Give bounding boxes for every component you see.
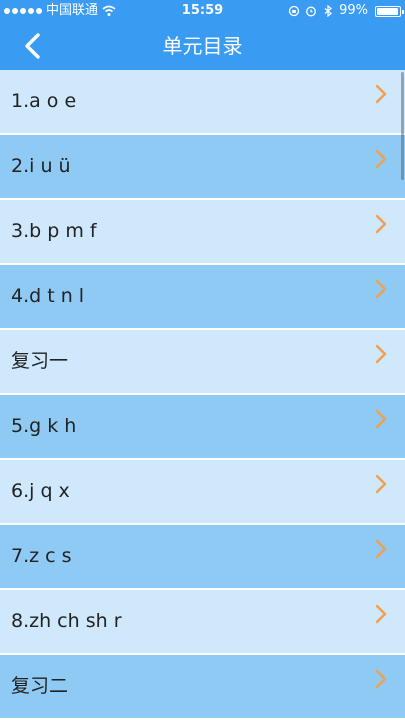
header: 中国联通 15:59 99% 单元目录 [0, 0, 405, 70]
list-item[interactable]: 5.g k h [0, 395, 405, 460]
chevron-right-icon [375, 474, 387, 494]
list-item-label: 2.i u ü [11, 155, 71, 177]
list-item-label: 6.j q x [11, 480, 70, 502]
chevron-right-icon [375, 604, 387, 624]
list-item[interactable]: 7.z c s [0, 525, 405, 590]
list-item[interactable]: 3.b p m f [0, 200, 405, 265]
list-item-label: 1.a o e [11, 90, 77, 112]
list-item[interactable]: 4.d t n l [0, 265, 405, 330]
chevron-right-icon [375, 149, 387, 169]
list-item[interactable]: 8.zh ch sh r [0, 590, 405, 655]
list-item[interactable]: 复习一 [0, 330, 405, 395]
scrollbar[interactable] [401, 72, 404, 180]
orientation-lock-icon [288, 5, 300, 17]
list-item[interactable]: 1.a o e [0, 70, 405, 135]
chevron-right-icon [375, 409, 387, 429]
list-item-label: 8.zh ch sh r [11, 610, 122, 632]
bluetooth-icon [324, 5, 333, 17]
list-item[interactable]: 2.i u ü [0, 135, 405, 200]
chevron-right-icon [375, 279, 387, 299]
nav-bar: 单元目录 [0, 22, 405, 70]
list-item-label: 7.z c s [11, 545, 72, 567]
list-item-label: 复习一 [11, 350, 69, 372]
battery-percent: 99% [339, 3, 368, 18]
list-item[interactable]: 复习二 [0, 655, 405, 720]
chevron-right-icon [375, 344, 387, 364]
chevron-right-icon [375, 669, 387, 689]
page-title: 单元目录 [162, 34, 243, 58]
chevron-right-icon [375, 539, 387, 559]
list-item[interactable]: 6.j q x [0, 460, 405, 525]
list-item-label: 4.d t n l [11, 285, 85, 307]
list-item-label: 复习二 [11, 675, 69, 697]
list-item-label: 3.b p m f [11, 220, 97, 242]
alarm-icon [306, 6, 317, 17]
battery-icon [375, 5, 404, 17]
chevron-right-icon [375, 84, 387, 104]
status-right: 99% [288, 0, 404, 22]
unit-list: 1.a o e 2.i u ü 3.b p m f 4.d t n l 复习一 … [0, 70, 405, 720]
chevron-right-icon [375, 214, 387, 234]
status-bar: 中国联通 15:59 99% [0, 0, 405, 22]
list-item-label: 5.g k h [11, 415, 77, 437]
